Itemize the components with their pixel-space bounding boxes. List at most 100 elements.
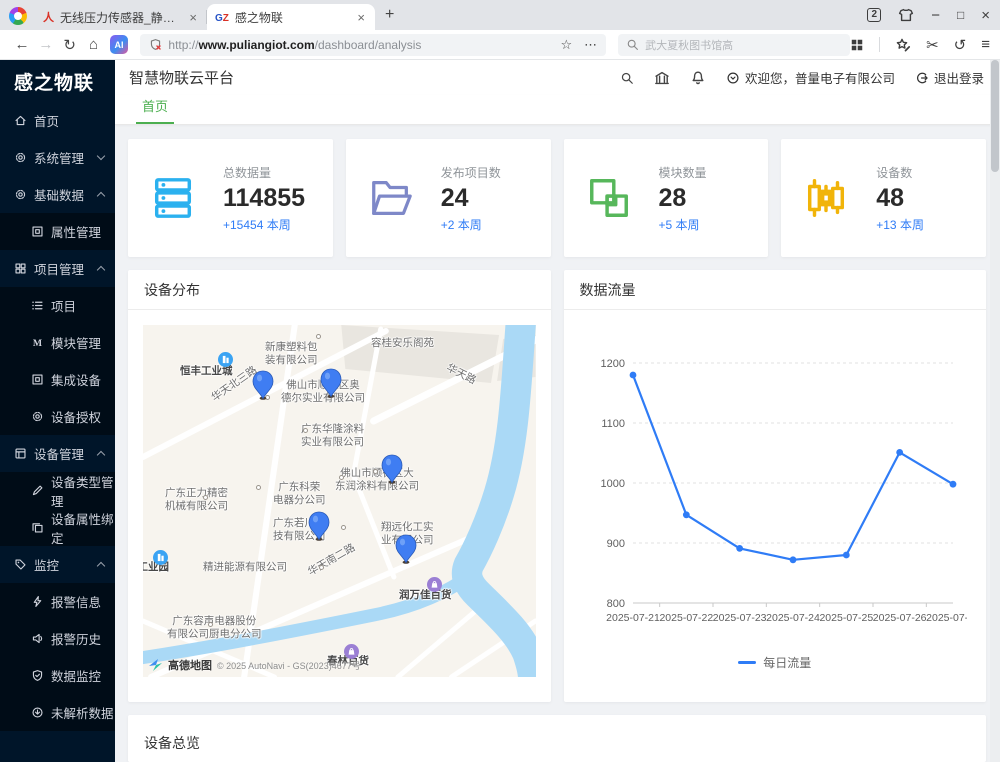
user-welcome[interactable]: 欢迎您，普量电子有限公司	[726, 68, 895, 87]
sidebar-item-3[interactable]: 基础数据	[0, 176, 115, 213]
stat-card-3: 模块数量28+5 本周	[564, 139, 769, 257]
tab-count-badge[interactable]: 2	[867, 8, 881, 22]
sidebar-item-label: 数据监控	[51, 666, 101, 685]
route-tab-bar: 首页	[115, 95, 1000, 125]
map-device-pin-icon[interactable]	[252, 370, 274, 400]
refresh-icon[interactable]: ↻	[58, 36, 82, 54]
chart-legend[interactable]: 每日流量	[738, 654, 811, 671]
box-icon	[31, 373, 44, 386]
undo-icon[interactable]: ↺	[954, 36, 967, 54]
map-poi-dot	[303, 428, 308, 433]
page-scrollbar[interactable]	[990, 60, 1000, 762]
stat-cards-row: 总数据量114855+15454 本周发布项目数24+2 本周模块数量28+5 …	[128, 139, 986, 257]
sidebar-item-1[interactable]: 首页	[0, 102, 115, 139]
map-device-pin-icon[interactable]	[395, 534, 417, 564]
ai-assistant-button[interactable]: AI	[110, 35, 129, 54]
forward-icon[interactable]: →	[34, 36, 58, 53]
sidebar-item-10[interactable]: 设备管理	[0, 435, 115, 472]
new-tab-button[interactable]: +	[385, 6, 394, 24]
svg-text:2025-07-27: 2025-07-27	[926, 612, 967, 624]
sidebar-item-14[interactable]: 报警信息	[0, 583, 115, 620]
user-dropdown-icon	[726, 71, 740, 85]
logout-icon	[915, 71, 929, 85]
svg-text:1200: 1200	[600, 358, 624, 370]
map-device-pin-icon[interactable]	[381, 454, 403, 484]
chart-panel-title: 数据流量	[564, 270, 987, 310]
notification-bell-icon[interactable]	[690, 70, 706, 86]
m-icon: M	[31, 336, 44, 349]
sidebar-item-label: 模块管理	[51, 333, 101, 352]
map-label: 润万佳百货	[399, 589, 452, 602]
sidebar-item-label: 报警信息	[51, 592, 101, 611]
sidebar-item-13[interactable]: 监控	[0, 546, 115, 583]
maximize-button[interactable]: □	[957, 8, 964, 22]
chevron-down-icon	[97, 152, 105, 160]
device-icon	[14, 447, 27, 460]
tab2-close-icon[interactable]: ×	[355, 10, 367, 25]
sidebar-item-11[interactable]: 设备类型管理	[0, 472, 115, 509]
tab1-title: 无线压力传感器_静力水准仪_	[60, 9, 181, 26]
sidebar-item-17[interactable]: 未解析数据	[0, 694, 115, 731]
stat-delta: +13 本周	[876, 216, 924, 233]
screenshot-scissors-icon[interactable]: ✂	[926, 36, 939, 54]
scrollbar-thumb[interactable]	[991, 60, 999, 172]
map-device-pin-icon[interactable]	[320, 368, 342, 398]
menu-icon[interactable]: ≡	[981, 36, 990, 53]
browser-logo-icon[interactable]	[9, 7, 27, 25]
device-map[interactable]: 新康塑料包 装有限公司容桂安乐阁苑恒丰工业城华天北三路佛山市顺德区奥 德尔实业有…	[143, 325, 536, 677]
gear-icon	[14, 188, 27, 201]
bookmark-star-icon[interactable]: ☆	[561, 37, 573, 53]
sidebar-item-label: 基础数据	[34, 185, 84, 204]
theme-shirt-icon[interactable]	[898, 7, 914, 23]
amap-logo-icon	[149, 659, 163, 671]
search-icon	[626, 38, 639, 51]
more-dots-icon[interactable]: ⋯	[584, 37, 597, 53]
tab-home-active[interactable]: 首页	[136, 96, 174, 124]
search-box[interactable]: 武大夏秋图书馆高	[618, 34, 850, 56]
svg-text:900: 900	[606, 538, 624, 550]
svg-text:2025-07-21: 2025-07-21	[606, 612, 660, 624]
header-search-icon[interactable]	[620, 71, 634, 85]
map-device-pin-icon[interactable]	[308, 511, 330, 541]
stat-card-1: 总数据量114855+15454 本周	[128, 139, 333, 257]
browser-tab-1[interactable]: 人 无线压力传感器_静力水准仪_ ×	[35, 4, 207, 30]
sidebar-item-5[interactable]: 项目管理	[0, 250, 115, 287]
traffic-line-chart[interactable]: 8009001000110012002025-07-212025-07-2220…	[583, 338, 967, 638]
sidebar-item-9[interactable]: 设备授权	[0, 398, 115, 435]
sidebar-item-16[interactable]: 数据监控	[0, 657, 115, 694]
map-label: 容桂安乐阁苑	[371, 337, 434, 350]
map-attribution: 高德地图 © 2025 AutoNavi - GS(2023)4677号	[149, 657, 361, 673]
sidebar-item-2[interactable]: 系统管理	[0, 139, 115, 176]
back-icon[interactable]: ←	[10, 36, 34, 53]
sidebar-item-label: 系统管理	[34, 148, 84, 167]
logout-button[interactable]: 退出登录	[915, 68, 984, 87]
sidebar-item-12[interactable]: 设备属性绑定	[0, 509, 115, 546]
database-icon	[150, 175, 196, 221]
minimize-button[interactable]: −	[931, 7, 940, 24]
dashboard-content: 总数据量114855+15454 本周发布项目数24+2 本周模块数量28+5 …	[115, 125, 1000, 762]
shield-x-icon[interactable]	[149, 38, 162, 51]
map-shop-icon	[427, 577, 442, 592]
home-icon[interactable]: ⌂	[82, 36, 106, 53]
sidebar-item-4[interactable]: 属性管理	[0, 213, 115, 250]
map-poi-dot	[319, 565, 324, 570]
org-bank-icon[interactable]	[654, 70, 670, 86]
tab1-close-icon[interactable]: ×	[187, 10, 199, 25]
stat-delta: +2 本周	[441, 216, 501, 233]
app-logo[interactable]: 感之物联	[0, 60, 115, 102]
sidebar-item-6[interactable]: 项目	[0, 287, 115, 324]
sidebar-item-7[interactable]: M 模块管理	[0, 324, 115, 361]
favorites-star-icon[interactable]	[895, 37, 911, 53]
map-poi-dot	[341, 525, 346, 530]
sidebar-menu: 首页系统管理基础数据属性管理项目管理项目 M 模块管理集成设备设备授权设备管理设备类…	[0, 102, 115, 731]
close-button[interactable]: ×	[981, 7, 990, 24]
grid-icon	[14, 262, 27, 275]
stat-value: 114855	[223, 184, 305, 213]
address-bar[interactable]: http://www.puliangiot.com/dashboard/anal…	[140, 34, 606, 56]
gear-icon	[31, 410, 44, 423]
sidebar-item-8[interactable]: 集成设备	[0, 361, 115, 398]
sidebar-item-15[interactable]: 报警历史	[0, 620, 115, 657]
legend-label: 每日流量	[763, 654, 811, 671]
apps-grid-icon[interactable]	[850, 38, 864, 52]
browser-tab-2-active[interactable]: GZ 感之物联 ×	[207, 4, 375, 30]
